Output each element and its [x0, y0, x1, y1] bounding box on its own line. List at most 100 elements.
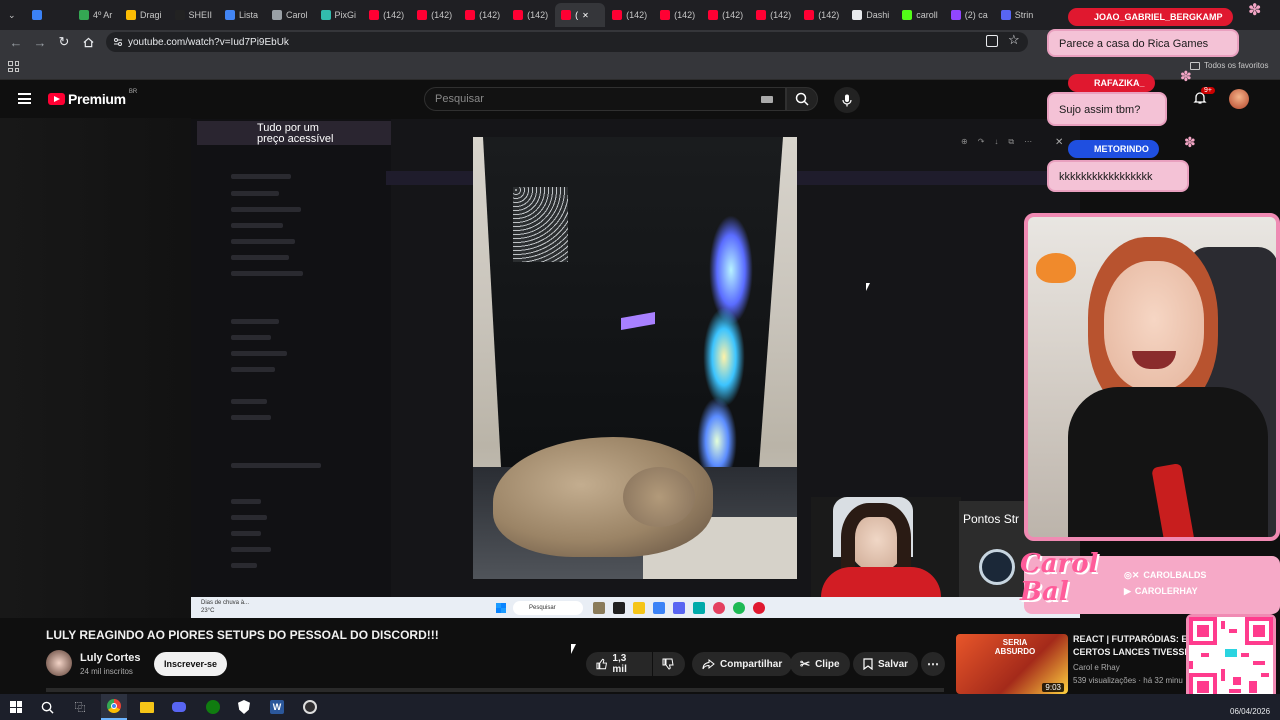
- voice-search-button[interactable]: [834, 87, 860, 113]
- browser-tab[interactable]: (142): [702, 3, 749, 27]
- search-button[interactable]: [786, 87, 818, 111]
- install-app-icon[interactable]: [986, 35, 998, 47]
- clip-button[interactable]: ✂ Clipe: [790, 652, 850, 676]
- task-view-icon: ⿻: [74, 702, 86, 714]
- back-arrow-icon: ←: [9, 34, 23, 50]
- browser-tab[interactable]: (✕: [555, 3, 606, 27]
- like-button[interactable]: 1,3 mil: [586, 652, 652, 676]
- download-icon: ↓: [994, 137, 999, 146]
- channel-name[interactable]: Luly Cortes: [80, 652, 141, 664]
- tab-favicon-icon: [320, 10, 331, 20]
- browser-tab[interactable]: (142): [654, 3, 701, 27]
- streamer-cam: [811, 497, 961, 597]
- tab-favicon-icon: [174, 10, 185, 20]
- search-input[interactable]: Pesquisar: [424, 87, 786, 111]
- browser-tab[interactable]: [26, 3, 72, 27]
- tab-label: 4º Ar: [93, 10, 113, 20]
- subscribe-button[interactable]: Inscrever-se: [154, 652, 227, 676]
- address-bar[interactable]: youtube.com/watch?v=Iud7Pi9EbUk: [106, 32, 1028, 52]
- tab-label: Carol: [286, 10, 308, 20]
- all-bookmarks-button[interactable]: Todos os favoritos: [1190, 61, 1268, 70]
- video-player[interactable]: Tudo por um preço acessível ⊕ ↷ ↓ ⧉ ⋯ ✕ Pont…: [191, 119, 1080, 618]
- windows-taskbar: [0, 694, 1280, 720]
- inner-search-box: Pesquisar: [513, 601, 583, 615]
- related-video[interactable]: SERIA ABSURDO 9:03 REACT | FUTPARÓDIAS: …: [956, 632, 1202, 694]
- tab-close-icon[interactable]: ✕: [582, 11, 589, 20]
- taskbar-word[interactable]: W: [268, 698, 286, 716]
- taskbar-defender[interactable]: [235, 698, 253, 716]
- browser-tab[interactable]: PixGi: [315, 3, 363, 27]
- apps-grid-icon[interactable]: [8, 61, 19, 72]
- tab-label: (142): [431, 10, 453, 20]
- browser-tab[interactable]: (142): [363, 3, 410, 27]
- home-button[interactable]: [76, 30, 100, 54]
- taskbar-chrome[interactable]: [101, 694, 127, 720]
- dislike-button[interactable]: [653, 652, 685, 676]
- task-view-button[interactable]: ⿻: [71, 698, 89, 716]
- browser-tab[interactable]: (142): [798, 3, 845, 27]
- obs-icon: [303, 700, 317, 714]
- save-button[interactable]: Salvar: [853, 652, 919, 676]
- youtube-logo[interactable]: Premium BR: [48, 89, 137, 107]
- browser-tab[interactable]: (142): [459, 3, 506, 27]
- tab-favicon-icon: [804, 10, 815, 20]
- browser-tab[interactable]: (142): [411, 3, 458, 27]
- bookmark-star-icon[interactable]: ☆: [1008, 32, 1020, 48]
- windows-start-button[interactable]: [7, 698, 25, 716]
- tab-label: SHEII: [188, 10, 213, 20]
- notification-count-badge: 9+: [1201, 87, 1215, 94]
- keyboard-icon[interactable]: [761, 96, 773, 103]
- browser-tab[interactable]: (142): [750, 3, 797, 27]
- site-info-icon[interactable]: [113, 37, 123, 47]
- back-button[interactable]: ←: [4, 30, 28, 54]
- bell-icon[interactable]: 9+: [1193, 87, 1215, 105]
- open-icon: ⧉: [1008, 137, 1015, 146]
- tab-label: (2) ca: [964, 10, 988, 20]
- taskbar-discord[interactable]: [170, 698, 188, 716]
- tab-search-button[interactable]: ⌄: [4, 3, 24, 27]
- avatar[interactable]: [1229, 89, 1249, 109]
- windows-logo-icon: [10, 701, 22, 713]
- taskbar-search-button[interactable]: [38, 698, 56, 716]
- folder-icon: [140, 701, 154, 713]
- search-icon: [795, 92, 809, 106]
- weather-widget: Dias de chuva à... 23°C: [201, 600, 250, 614]
- channel-avatar[interactable]: [46, 650, 72, 676]
- browser-tab[interactable]: 4º Ar: [73, 3, 119, 27]
- browser-tab[interactable]: Dragi: [120, 3, 168, 27]
- taskbar-obs[interactable]: [301, 698, 319, 716]
- taskbar-xbox[interactable]: [204, 698, 222, 716]
- tab-label: (142): [626, 10, 648, 20]
- browser-tab[interactable]: (2) ca: [945, 3, 994, 27]
- menu-hamburger-icon[interactable]: [18, 93, 31, 104]
- cat-head: [623, 467, 695, 527]
- browser-tab[interactable]: Dashi: [846, 3, 895, 27]
- browser-tab[interactable]: (142): [507, 3, 554, 27]
- browser-tab[interactable]: SHEII: [169, 3, 219, 27]
- tab-label: (142): [479, 10, 501, 20]
- forward-button[interactable]: →: [28, 30, 52, 54]
- browser-tab[interactable]: caroll: [896, 3, 944, 27]
- browser-tab[interactable]: Strin: [995, 3, 1041, 27]
- tab-label: (142): [383, 10, 405, 20]
- more-actions-button[interactable]: ⋯: [921, 652, 945, 676]
- image-viewer-controls[interactable]: ⊕ ↷ ↓ ⧉ ⋯: [961, 137, 1045, 151]
- home-icon: [83, 37, 93, 47]
- qr-code: [1186, 614, 1276, 704]
- rgb-fan-2: [703, 307, 745, 407]
- browser-tab[interactable]: (142): [606, 3, 653, 27]
- logo-text: Premium: [68, 91, 126, 107]
- chrome-icon: [107, 699, 121, 713]
- browser-tab[interactable]: Carol: [266, 3, 314, 27]
- taskbar-explorer[interactable]: [138, 698, 156, 716]
- search-icon: [41, 701, 54, 714]
- reload-button[interactable]: ↻: [52, 30, 76, 54]
- chat-message-3: kkkkkkkkkkkkkkkkk: [1047, 160, 1189, 192]
- share-button[interactable]: Compartilhar: [692, 652, 793, 676]
- rgb-fan-1: [709, 215, 753, 325]
- inner-windows-taskbar: Dias de chuva à... 23°C Pesquisar: [191, 597, 1080, 618]
- promo-banner: Tudo por um preço acessível: [197, 121, 391, 145]
- browser-tab[interactable]: Lista: [219, 3, 265, 27]
- sparkle-icon: ✽: [1184, 134, 1196, 150]
- close-viewer-icon[interactable]: ✕: [1055, 137, 1063, 148]
